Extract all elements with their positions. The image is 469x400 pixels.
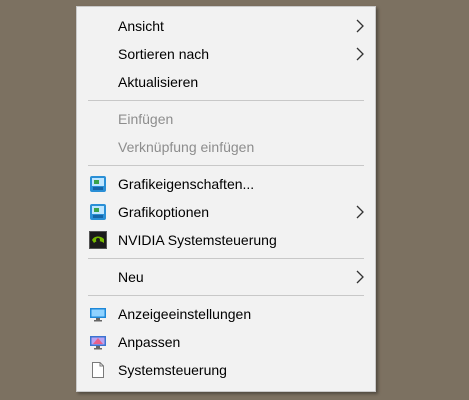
menu-item-aktualisieren[interactable]: Aktualisieren: [77, 68, 375, 96]
menu-item-systemsteuerung[interactable]: Systemsteuerung: [77, 356, 375, 384]
menu-item-anpassen[interactable]: Anpassen: [77, 328, 375, 356]
chevron-right-icon: [356, 19, 364, 33]
document-icon: [92, 362, 104, 378]
chevron-right-icon: [356, 205, 364, 219]
display-settings-icon: [90, 308, 106, 322]
menu-item-nvidia-systemsteuerung[interactable]: NVIDIA Systemsteuerung: [77, 226, 375, 254]
menu-item-ansicht[interactable]: Ansicht: [77, 12, 375, 40]
desktop-context-menu: Ansicht Sortieren nach Aktualisieren Ein…: [76, 6, 376, 392]
menu-item-label: Systemsteuerung: [118, 362, 227, 378]
menu-item-label: Ansicht: [118, 18, 164, 34]
menu-item-einfuegen: Einfügen: [77, 105, 375, 133]
menu-item-neu[interactable]: Neu: [77, 263, 375, 291]
personalize-icon: [90, 336, 106, 350]
menu-item-sortieren-nach[interactable]: Sortieren nach: [77, 40, 375, 68]
chevron-right-icon: [356, 270, 364, 284]
menu-separator: [88, 165, 364, 166]
menu-item-label: Aktualisieren: [118, 74, 199, 90]
menu-item-label: Grafikoptionen: [118, 204, 210, 220]
menu-separator: [88, 295, 364, 296]
menu-item-anzeigeeinstellungen[interactable]: Anzeigeeinstellungen: [77, 300, 375, 328]
menu-item-label: Verknüpfung einfügen: [118, 139, 255, 155]
graphics-properties-icon: [90, 176, 106, 192]
nvidia-icon: [89, 231, 107, 249]
menu-separator: [88, 100, 364, 101]
menu-item-grafikeigenschaften[interactable]: Grafikeigenschaften...: [77, 170, 375, 198]
graphics-options-icon: [90, 204, 106, 220]
menu-item-label: Einfügen: [118, 111, 174, 127]
chevron-right-icon: [356, 47, 364, 61]
menu-item-label: Sortieren nach: [118, 46, 210, 62]
menu-item-label: NVIDIA Systemsteuerung: [118, 232, 277, 248]
menu-item-label: Neu: [118, 269, 144, 285]
menu-item-verknuepfung-einfuegen: Verknüpfung einfügen: [77, 133, 375, 161]
menu-item-label: Anzeigeeinstellungen: [118, 306, 252, 322]
menu-item-label: Grafikeigenschaften...: [118, 176, 255, 192]
menu-item-label: Anpassen: [118, 334, 181, 350]
menu-separator: [88, 258, 364, 259]
menu-item-grafikoptionen[interactable]: Grafikoptionen: [77, 198, 375, 226]
